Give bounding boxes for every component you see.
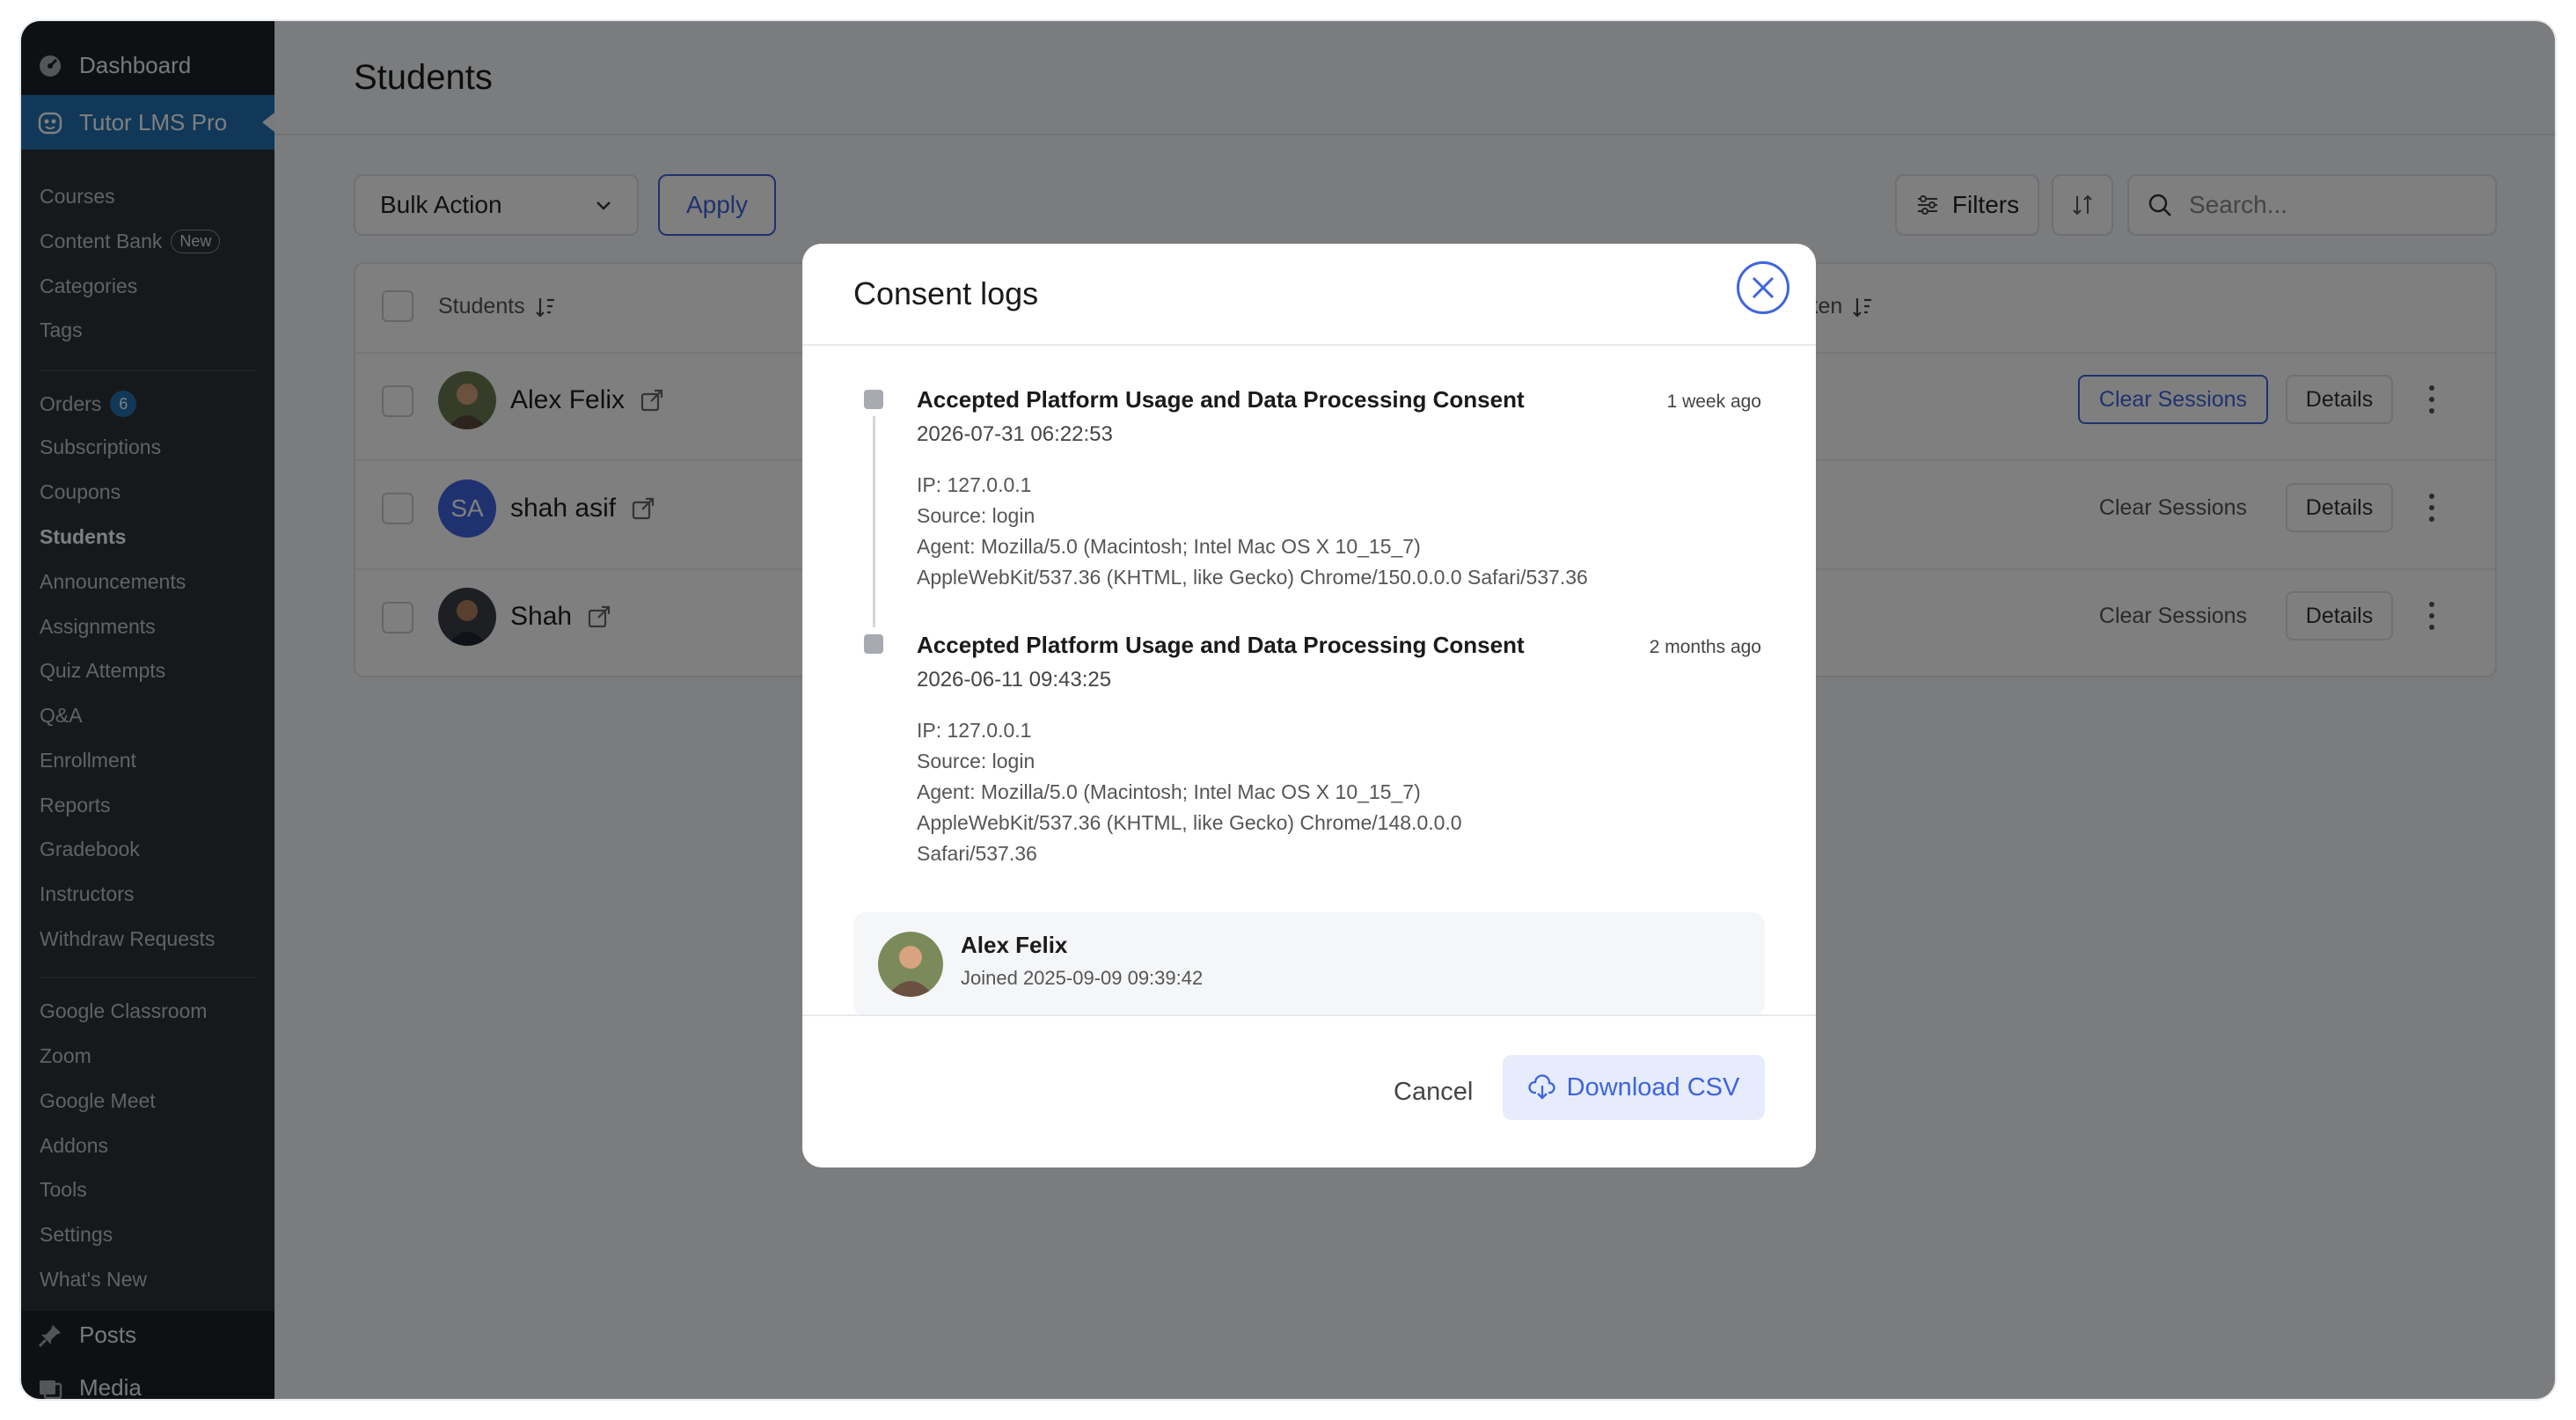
modal-title: Consent logs <box>853 275 1039 311</box>
log-agent-cont: AppleWebKit/537.36 (KHTML, like Gecko) C… <box>917 566 1588 589</box>
timeline-line <box>873 416 875 627</box>
consent-log-entry: Accepted Platform Usage and Data Process… <box>917 632 1761 869</box>
modal-footer-divider <box>802 1014 1816 1016</box>
log-title: Accepted Platform Usage and Data Process… <box>917 386 1525 413</box>
log-title: Accepted Platform Usage and Data Process… <box>917 632 1525 658</box>
modal-header-divider <box>802 344 1816 346</box>
user-card: Alex Felix Joined 2025-09-09 09:39:42 <box>853 912 1765 1016</box>
log-agent-cont: Safari/537.36 <box>917 842 1037 865</box>
log-ip: IP: 127.0.0.1 <box>917 719 1032 742</box>
log-agent: Agent: Mozilla/5.0 (Macintosh; Intel Mac… <box>917 535 1421 558</box>
consent-log-entry: Accepted Platform Usage and Data Process… <box>917 386 1761 593</box>
app-window: Dashboard Tutor LMS Pro Courses Content … <box>21 21 2555 1399</box>
log-relative-time: 2 months ago <box>1649 637 1761 657</box>
log-details: IP: 127.0.0.1 Source: login Agent: Mozil… <box>917 470 1761 593</box>
download-csv-label: Download CSV <box>1566 1072 1740 1102</box>
close-button[interactable] <box>1737 261 1789 314</box>
log-ip: IP: 127.0.0.1 <box>917 473 1032 496</box>
cancel-button[interactable]: Cancel <box>1394 1078 1473 1107</box>
log-date: 2026-07-31 06:22:53 <box>917 422 1113 446</box>
log-agent-cont: AppleWebKit/537.36 (KHTML, like Gecko) C… <box>917 811 1462 834</box>
log-details: IP: 127.0.0.1 Source: login Agent: Mozil… <box>917 715 1761 869</box>
close-icon <box>1752 276 1775 299</box>
log-date: 2026-06-11 09:43:25 <box>917 668 1112 692</box>
cloud-download-icon <box>1528 1074 1555 1100</box>
user-joined-date: Joined 2025-09-09 09:39:42 <box>961 967 1204 989</box>
consent-logs-modal: Consent logs Accepted Platform Usage and… <box>802 244 1816 1167</box>
log-source: Source: login <box>917 504 1036 527</box>
log-agent: Agent: Mozilla/5.0 (Macintosh; Intel Mac… <box>917 780 1421 803</box>
user-name: Alex Felix <box>961 932 1068 958</box>
log-source: Source: login <box>917 750 1036 772</box>
timeline-dot <box>864 634 883 654</box>
avatar <box>878 932 943 997</box>
log-relative-time: 1 week ago <box>1666 392 1761 412</box>
download-csv-button[interactable]: Download CSV <box>1503 1055 1765 1120</box>
timeline-dot <box>864 390 883 409</box>
